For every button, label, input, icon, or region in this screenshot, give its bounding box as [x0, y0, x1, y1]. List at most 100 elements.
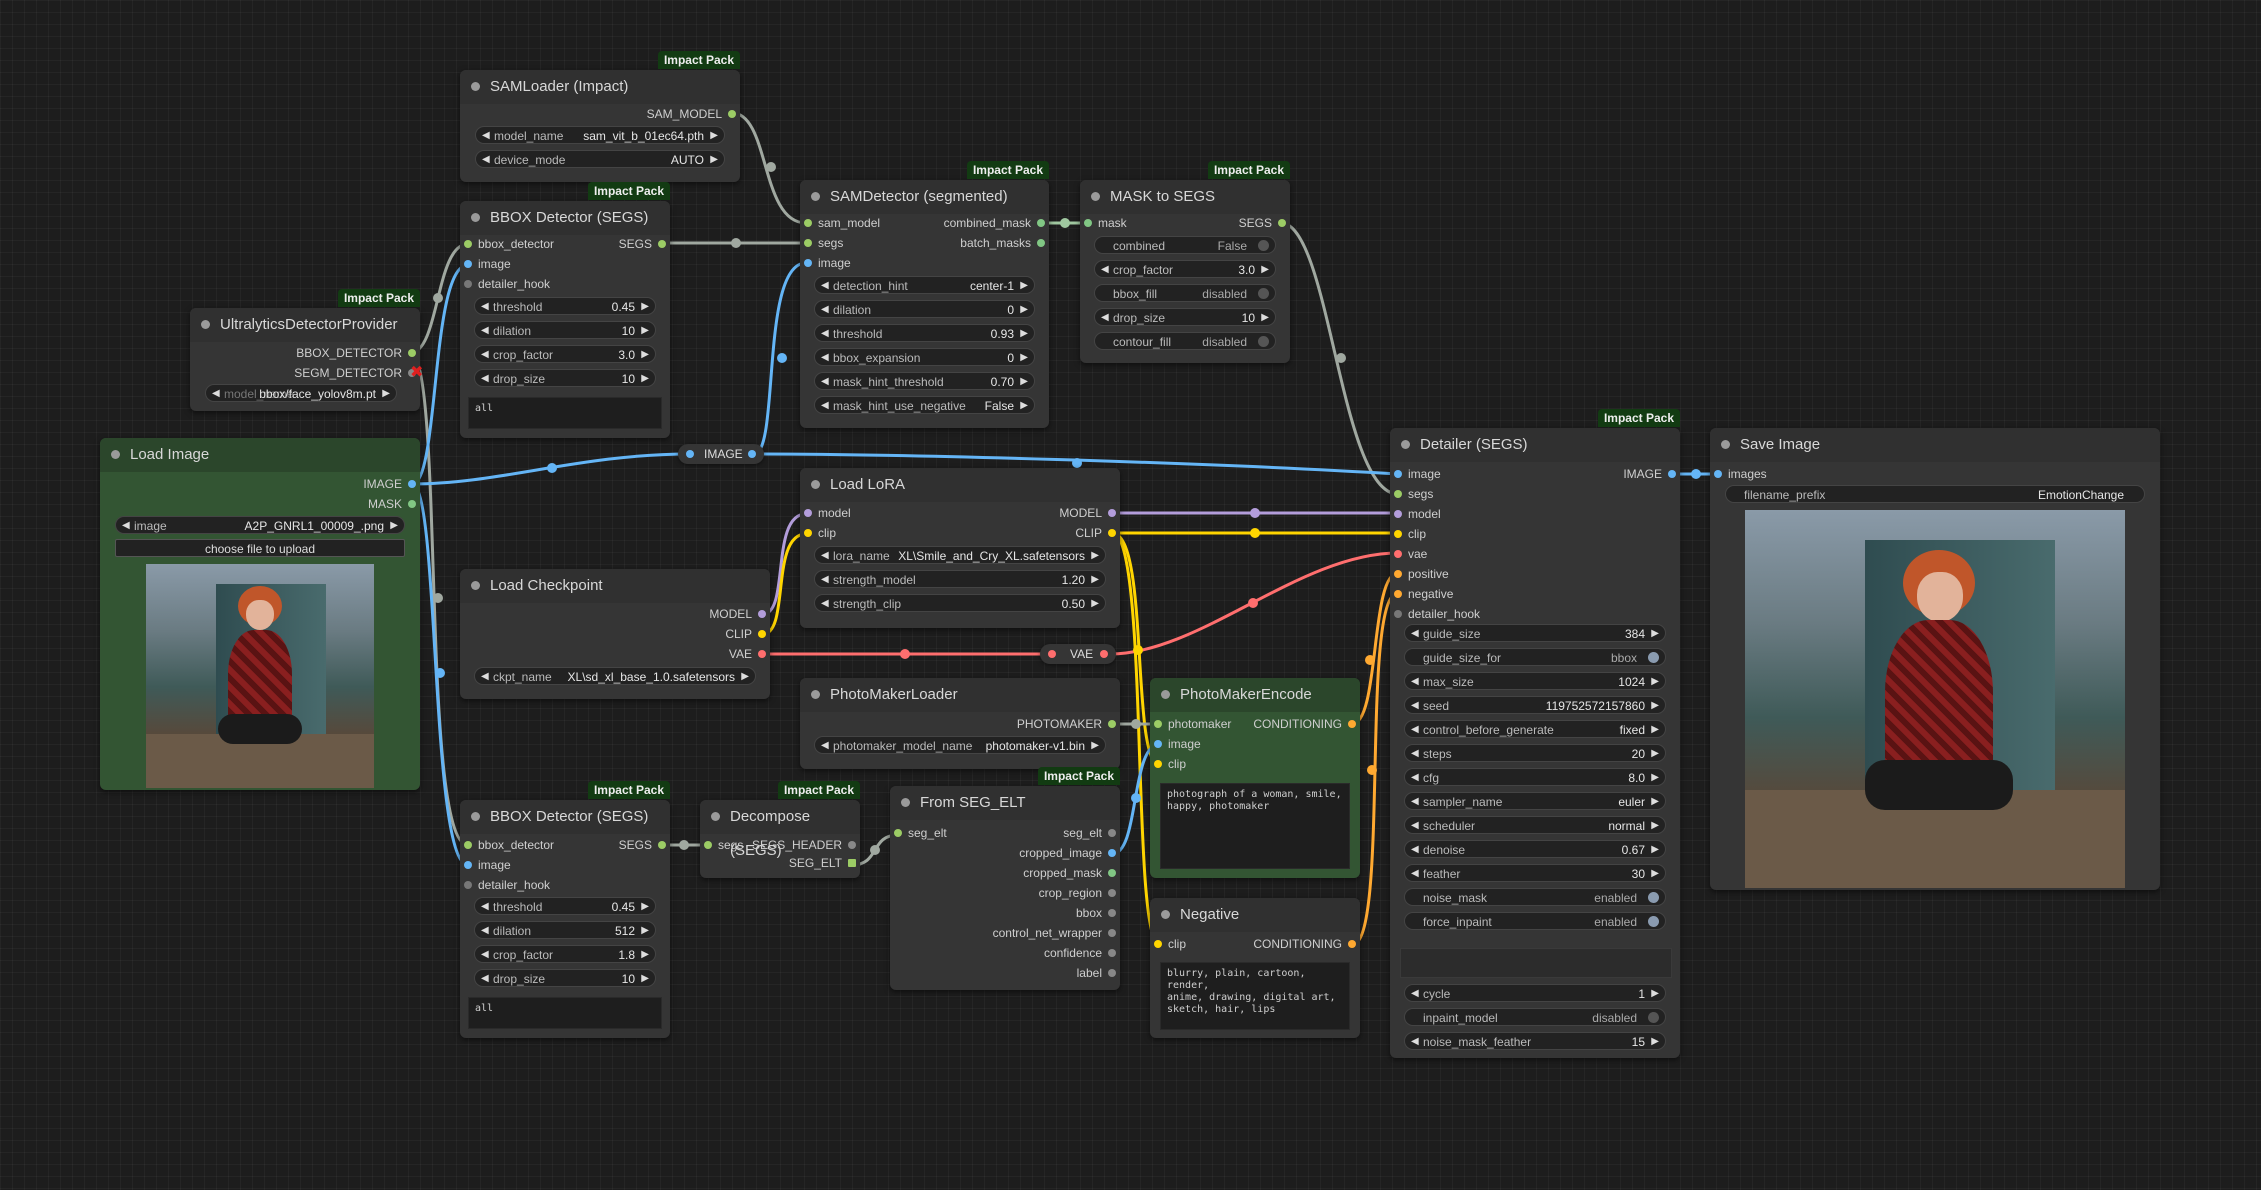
decrement-icon[interactable]: ◀ — [122, 517, 130, 533]
decrement-icon[interactable]: ◀ — [821, 595, 829, 611]
input-bbox-detector[interactable]: bbox_detector — [460, 836, 554, 854]
negative-prompt-textarea[interactable]: blurry, plain, cartoon, render, anime, d… — [1160, 962, 1350, 1030]
increment-icon[interactable]: ▶ — [1651, 673, 1659, 689]
sam-detector-node[interactable]: Impact Pack SAMDetector (segmented) sam_… — [800, 161, 1049, 428]
decrement-icon[interactable]: ◀ — [1411, 1033, 1419, 1049]
node-title[interactable]: Load Image — [100, 438, 420, 472]
steps-widget[interactable]: ◀ steps 20 ▶ — [1404, 744, 1666, 762]
increment-icon[interactable]: ▶ — [1261, 261, 1269, 277]
increment-icon[interactable]: ▶ — [641, 898, 649, 914]
cfg-widget[interactable]: ◀ cfg 8.0 ▶ — [1404, 768, 1666, 786]
mask-hint-threshold-slider[interactable]: ◀ mask_hint_threshold 0.70 ▶ — [814, 372, 1035, 390]
lora-name-combo[interactable]: ◀ lora_name XL\Smile_and_Cry_XL.safetensor… — [814, 546, 1106, 564]
node-title[interactable]: UltralyticsDetectorProvider — [190, 308, 420, 342]
increment-icon[interactable]: ▶ — [1651, 793, 1659, 809]
bbox-expansion-slider[interactable]: ◀ bbox_expansion 0 ▶ — [814, 348, 1035, 366]
decrement-icon[interactable]: ◀ — [481, 298, 489, 314]
output-cropped-image[interactable]: cropped_image — [1019, 844, 1120, 862]
output-bbox-detector[interactable]: BBOX_DETECTOR — [296, 344, 420, 362]
decrement-icon[interactable]: ◀ — [821, 737, 829, 753]
bbox-detector-node-2[interactable]: Impact Pack BBOX Detector (SEGS) bbox_de… — [460, 781, 670, 1038]
decrement-icon[interactable]: ◀ — [481, 370, 489, 386]
decrement-icon[interactable]: ◀ — [821, 397, 829, 413]
decrement-icon[interactable]: ◀ — [821, 277, 829, 293]
ultralytics-detector-node[interactable]: Impact Pack UltralyticsDetectorProvider … — [190, 289, 423, 411]
output-segs[interactable]: SEGS — [1239, 214, 1290, 232]
node-title[interactable]: Negative — [1150, 898, 1360, 932]
increment-icon[interactable]: ▶ — [1651, 769, 1659, 785]
control-before-generate-widget[interactable]: ◀ control_before_generate fixed ▶ — [1404, 720, 1666, 738]
increment-icon[interactable]: ▶ — [1020, 325, 1028, 341]
threshold-slider[interactable]: ◀ threshold 0.45 ▶ — [474, 297, 656, 315]
increment-icon[interactable]: ▶ — [1091, 595, 1099, 611]
decrement-icon[interactable]: ◀ — [1411, 769, 1419, 785]
node-title[interactable]: BBOX Detector (SEGS) — [460, 800, 670, 834]
input-vae[interactable]: vae — [1390, 545, 1427, 563]
decrement-icon[interactable]: ◀ — [482, 127, 490, 143]
increment-icon[interactable]: ▶ — [1651, 865, 1659, 881]
reroute-image[interactable]: IMAGE — [678, 444, 764, 464]
input-image[interactable]: image — [460, 255, 511, 273]
increment-icon[interactable]: ▶ — [1651, 817, 1659, 833]
input-model[interactable]: model — [1390, 505, 1441, 523]
decrement-icon[interactable]: ◀ — [481, 898, 489, 914]
photomaker-encode-node[interactable]: PhotoMakerEncode photomaker image clip C… — [1150, 678, 1360, 878]
output-control-net-wrapper[interactable]: control_net_wrapper — [993, 924, 1120, 942]
node-title[interactable]: Load Checkpoint — [460, 569, 770, 603]
output-clip[interactable]: CLIP — [725, 625, 770, 643]
decrement-icon[interactable]: ◀ — [1411, 985, 1419, 1001]
decrement-icon[interactable]: ◀ — [1411, 817, 1419, 833]
decompose-segs-node[interactable]: Impact Pack Decompose (SEGS) segs SEGS_H… — [700, 781, 860, 878]
output-model[interactable]: MODEL — [1059, 504, 1120, 522]
decrement-icon[interactable]: ◀ — [821, 349, 829, 365]
decrement-icon[interactable]: ◀ — [1411, 673, 1419, 689]
output-bbox[interactable]: bbox — [1076, 904, 1120, 922]
output-segs-header[interactable]: SEGS_HEADER — [752, 836, 860, 854]
input-detailer-hook[interactable]: detailer_hook — [1390, 605, 1480, 623]
combined-toggle[interactable]: combined False — [1094, 236, 1276, 254]
output-segs[interactable]: SEGS — [619, 836, 670, 854]
cycle-widget[interactable]: ◀ cycle 1 ▶ — [1404, 984, 1666, 1002]
increment-icon[interactable]: ▶ — [1651, 1033, 1659, 1049]
decrement-icon[interactable]: ◀ — [1411, 625, 1419, 641]
guide-size-widget[interactable]: ◀ guide_size 384 ▶ — [1404, 624, 1666, 642]
guide-size-for-toggle[interactable]: guide_size_for bbox — [1404, 648, 1666, 666]
input-bbox-detector[interactable]: bbox_detector — [460, 235, 554, 253]
increment-icon[interactable]: ▶ — [641, 946, 649, 962]
output-image[interactable]: IMAGE — [1623, 465, 1680, 483]
increment-icon[interactable]: ▶ — [641, 322, 649, 338]
input-clip[interactable]: clip — [800, 524, 836, 542]
decrement-icon[interactable]: ◀ — [1101, 309, 1109, 325]
drop-size-slider[interactable]: ◀ drop_size 10 ▶ — [1094, 308, 1276, 326]
decrement-icon[interactable]: ◀ — [1101, 261, 1109, 277]
output-vae[interactable]: VAE — [729, 645, 770, 663]
bbox-fill-toggle[interactable]: bbox_fill disabled — [1094, 284, 1276, 302]
output-conditioning[interactable]: CONDITIONING — [1253, 715, 1360, 733]
prompt-textarea[interactable]: photograph of a woman, smile, happy, pho… — [1160, 783, 1350, 869]
output-combined-mask[interactable]: combined_mask — [944, 214, 1049, 232]
increment-icon[interactable]: ▶ — [1651, 841, 1659, 857]
input-image[interactable]: image — [1150, 735, 1201, 753]
input-segs[interactable]: segs — [800, 234, 843, 252]
input-model[interactable]: model — [800, 504, 851, 522]
decrement-icon[interactable]: ◀ — [1411, 793, 1419, 809]
node-title[interactable]: MASK to SEGS — [1080, 180, 1290, 214]
strength-clip-slider[interactable]: ◀ strength_clip 0.50 ▶ — [814, 594, 1106, 612]
upload-button[interactable]: choose file to upload — [115, 539, 405, 557]
output-label[interactable]: label — [1077, 964, 1120, 982]
increment-icon[interactable]: ▶ — [741, 668, 749, 684]
threshold-slider[interactable]: ◀ threshold 0.93 ▶ — [814, 324, 1035, 342]
decrement-icon[interactable]: ◀ — [481, 346, 489, 362]
decrement-icon[interactable]: ◀ — [821, 325, 829, 341]
reroute-vae[interactable]: VAE — [1040, 644, 1116, 664]
output-clip[interactable]: CLIP — [1075, 524, 1120, 542]
crop-factor-slider[interactable]: ◀ crop_factor 3.0 ▶ — [1094, 260, 1276, 278]
noise-mask-feather-widget[interactable]: ◀ noise_mask_feather 15 ▶ — [1404, 1032, 1666, 1050]
model-name-combo[interactable]: ◀ model_name sam_vit_b_01ec64.pth ▶ — [475, 126, 725, 144]
output-image[interactable]: IMAGE — [363, 475, 420, 493]
decrement-icon[interactable]: ◀ — [1411, 697, 1419, 713]
filename-prefix-input[interactable]: filename_prefix EmotionChange — [1725, 485, 2145, 503]
decrement-icon[interactable]: ◀ — [481, 970, 489, 986]
output-photomaker[interactable]: PHOTOMAKER — [1017, 715, 1120, 733]
decrement-icon[interactable]: ◀ — [821, 373, 829, 389]
